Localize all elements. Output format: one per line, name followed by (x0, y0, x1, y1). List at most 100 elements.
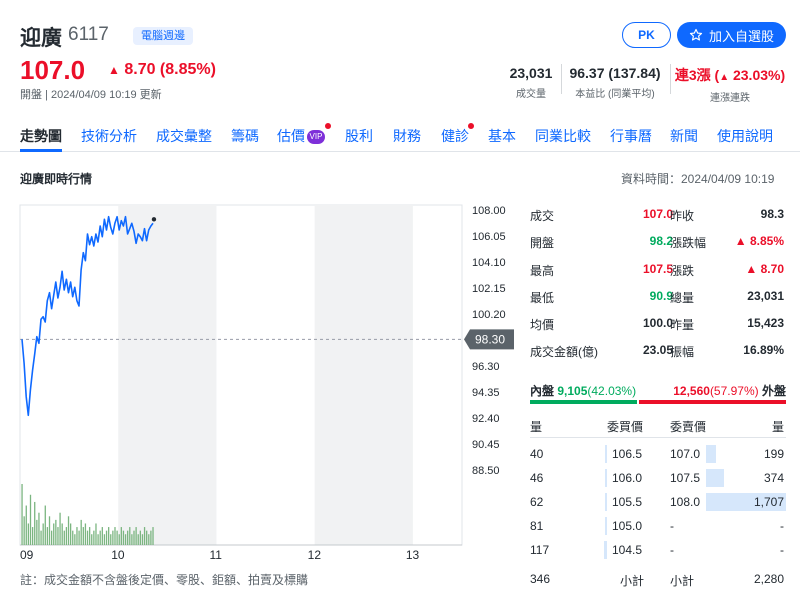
volume-bar (84, 523, 87, 545)
quote-left-value: 23.05 (642, 343, 673, 357)
volume-bar (110, 534, 112, 545)
x-tick-label: 11 (209, 548, 222, 562)
vip-badge: VIP (307, 130, 325, 144)
ask-price: 108.0 (670, 495, 701, 509)
bid-depth-bar (604, 445, 607, 463)
y-tick-label: 88.50 (472, 465, 500, 477)
tab-chips[interactable]: 籌碼 (231, 126, 277, 146)
pk-button[interactable]: PK (622, 22, 671, 48)
volume-bar (38, 512, 40, 545)
volume-bar (57, 527, 59, 545)
quote-right-label: 昨收 (670, 209, 695, 223)
quote-right-label: 振幅 (670, 345, 695, 359)
bid-price: 106.0 (612, 471, 643, 485)
tab-peer[interactable]: 同業比較 (535, 126, 610, 146)
volume-bar (34, 501, 36, 545)
quote-right-label: 漲跌 (670, 264, 695, 278)
stat-streak-label: 連漲連跌 (710, 93, 750, 104)
active-tab-indicator (20, 149, 62, 152)
volume-bar (99, 530, 101, 545)
tab-help[interactable]: 使用說明 (717, 126, 773, 146)
tab-health[interactable]: 健診 (441, 123, 488, 146)
quote-right-value: 23,031 (747, 289, 784, 303)
streak-prefix: 連3漲 ( (674, 67, 720, 83)
volume-bar (23, 516, 25, 545)
volume-bar (80, 519, 82, 545)
reference-tag-label: 98.30 (475, 332, 505, 346)
ask-volume: - (780, 519, 784, 533)
tab-divider (0, 151, 800, 152)
volume-bar (129, 527, 131, 545)
inner-volume: 內盤 9,105(42.03%) (530, 382, 636, 399)
bid-volume-header: 量 (530, 420, 543, 434)
quote-left-value: 100.0 (642, 316, 673, 330)
bid-depth-bar (604, 541, 607, 559)
y-tick-label: 90.45 (472, 439, 500, 451)
tab-financial[interactable]: 財務 (393, 126, 441, 146)
outer-ratio-bar (639, 400, 786, 404)
tab-valuation[interactable]: 估價 VIP (277, 123, 345, 146)
tab-trades[interactable]: 成交彙整 (156, 126, 231, 146)
stat-pe-value: 96.37 (137.84) (569, 65, 661, 81)
ask-total: 2,280 (753, 572, 784, 586)
bid-volume: 46 (530, 471, 544, 485)
tab-chart[interactable]: 走勢圖 (20, 126, 81, 146)
bid-price-header: 委買價 (607, 420, 644, 434)
volume-bar (95, 523, 97, 545)
notification-dot (325, 123, 331, 129)
volume-bar (72, 530, 74, 545)
volume-bar (112, 530, 114, 545)
tab-dividend[interactable]: 股利 (345, 126, 393, 146)
volume-bar (42, 523, 44, 545)
ask-price: - (670, 543, 674, 557)
tab-calendar[interactable]: 行事曆 (610, 126, 670, 146)
stat-volume-value: 23,031 (509, 65, 553, 81)
ask-volume: 199 (763, 447, 784, 461)
quote-left-label: 均價 (530, 318, 555, 332)
inner-label: 內盤 (530, 384, 555, 398)
intraday-chart: 108.00 106.05 104.10 102.15 100.20 96.30 94.35… (19, 204, 514, 562)
x-tick-label: 12 (308, 548, 322, 562)
volume-bar (44, 505, 46, 545)
volume-bar (67, 516, 70, 545)
y-tick-label: 108.00 (472, 205, 506, 217)
ask-depth-bar (706, 469, 724, 487)
bid-total-label: 小計 (620, 574, 645, 588)
bid-total: 346 (530, 572, 551, 586)
volume-bar (86, 530, 89, 545)
tab-news[interactable]: 新聞 (670, 126, 717, 146)
y-tick-label: 96.30 (472, 361, 500, 373)
star-icon (689, 28, 703, 41)
industry-badge[interactable]: 電腦週邊 (133, 27, 193, 45)
ask-volume: 1,707 (753, 495, 784, 509)
quote-row: 最高 107.5 漲跌 ▲ 8.70 (530, 256, 786, 283)
volume-bar (36, 519, 38, 545)
price-change: ▲ 8.70 (8.85%) (108, 61, 216, 79)
volume-bar (127, 530, 129, 545)
volume-bar (118, 534, 120, 545)
quote-row: 成交 107.0 昨收 98.3 (530, 201, 786, 228)
hour-band (118, 205, 217, 545)
volume-bar (63, 530, 65, 545)
volume-bar (103, 534, 106, 545)
volume-bar (135, 527, 137, 545)
add-watchlist-button[interactable]: 加入自選股 (677, 22, 786, 48)
quote-left-label: 最高 (530, 264, 555, 278)
volume-bar (114, 527, 116, 545)
volume-bar (78, 530, 80, 545)
tab-technical[interactable]: 技術分析 (81, 126, 156, 146)
quote-right-value: ▲ 8.85% (734, 234, 784, 248)
volume-bar (74, 534, 76, 545)
volume-bar (120, 527, 122, 545)
volume-bar (105, 530, 108, 545)
tab-basic[interactable]: 基本 (488, 126, 535, 146)
inner-ratio-bar (530, 400, 637, 404)
quote-left-label: 開盤 (530, 236, 555, 250)
stat-pe-label: 本益比 (同業平均) (575, 89, 655, 100)
volume-bar (91, 534, 93, 545)
y-tick-label: 102.15 (472, 283, 506, 295)
quote-right-label: 昨量 (670, 318, 695, 332)
volume-bar (29, 494, 32, 545)
quote-right-value: ▲ 8.70 (745, 262, 784, 276)
volume-bar (148, 534, 150, 545)
